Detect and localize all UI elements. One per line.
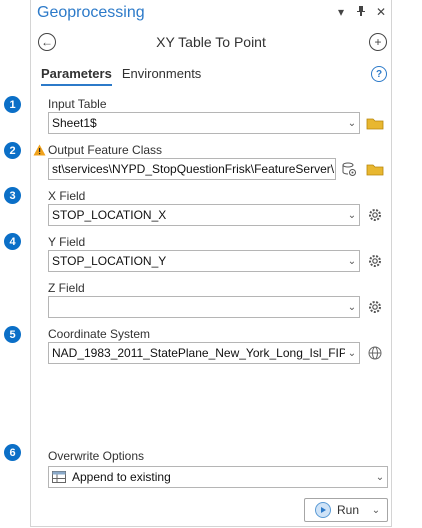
append-table-icon	[52, 471, 66, 483]
chevron-down-icon[interactable]: ⌄	[345, 256, 359, 267]
y-field-label: Y Field	[48, 235, 86, 249]
x-field-dropdown[interactable]: STOP_LOCATION_X ⌄	[48, 204, 360, 226]
overwrite-options-label: Overwrite Options	[48, 449, 145, 463]
z-field-dropdown[interactable]: ⌄	[48, 296, 360, 318]
input-table-label: Input Table	[48, 97, 107, 111]
step-badge-4: 4	[4, 233, 21, 250]
chevron-down-icon[interactable]: ⌄	[345, 348, 359, 359]
gear-icon[interactable]	[366, 298, 384, 316]
x-field-value: STOP_LOCATION_X	[52, 208, 167, 222]
output-feature-class-label: Output Feature Class	[48, 143, 163, 157]
output-feature-class-value: st\services\NYPD_StopQuestionFrisk\Featu…	[52, 162, 335, 176]
step-badge-6: 6	[4, 444, 21, 461]
tool-header: ← XY Table To Point +	[31, 30, 391, 56]
chevron-down-icon[interactable]: ⌄	[345, 118, 359, 129]
overwrite-options-dropdown[interactable]: Append to existing ⌄	[48, 466, 388, 488]
pane-title: Geoprocessing	[37, 4, 145, 21]
step-badge-3: 3	[4, 187, 21, 204]
globe-icon[interactable]	[366, 344, 384, 362]
step-badge-5: 5	[4, 326, 21, 343]
tab-environments[interactable]: Environments	[122, 66, 201, 86]
chevron-down-icon[interactable]: ▾	[335, 5, 347, 20]
chevron-down-icon[interactable]: ⌄	[345, 302, 359, 313]
folder-icon[interactable]	[366, 160, 384, 178]
close-icon[interactable]: ✕	[375, 5, 387, 20]
tool-title: XY Table To Point	[156, 34, 266, 50]
folder-icon[interactable]	[366, 114, 384, 132]
run-icon	[315, 502, 331, 518]
overwrite-options-value: Append to existing	[72, 470, 171, 484]
y-field-value: STOP_LOCATION_Y	[52, 254, 167, 268]
gear-icon[interactable]	[366, 252, 384, 270]
run-button[interactable]: Run ⌄	[304, 498, 388, 522]
gear-icon[interactable]	[366, 206, 384, 224]
database-settings-icon[interactable]	[340, 160, 358, 178]
input-table-dropdown[interactable]: Sheet1$ ⌄	[48, 112, 360, 134]
tab-bar: Parameters Environments	[41, 66, 201, 86]
tab-parameters[interactable]: Parameters	[41, 66, 112, 86]
help-icon[interactable]: ?	[371, 66, 387, 82]
coordinate-system-value: NAD_1983_2011_StatePlane_New_York_Long_I…	[52, 346, 345, 360]
chevron-down-icon[interactable]: ⌄	[373, 472, 387, 483]
chevron-down-icon[interactable]: ⌄	[345, 210, 359, 221]
output-feature-class-input[interactable]: st\services\NYPD_StopQuestionFrisk\Featu…	[48, 158, 336, 180]
step-badge-1: 1	[4, 96, 21, 113]
pane-titlebar: Geoprocessing ▾ ✕	[31, 0, 391, 28]
coordinate-system-dropdown[interactable]: NAD_1983_2011_StatePlane_New_York_Long_I…	[48, 342, 360, 364]
chevron-down-icon[interactable]: ⌄	[369, 505, 383, 516]
step-badge-2: 2	[4, 142, 21, 159]
z-field-label: Z Field	[48, 281, 85, 295]
warning-icon	[33, 144, 46, 159]
pin-icon[interactable]	[355, 5, 367, 20]
y-field-dropdown[interactable]: STOP_LOCATION_Y ⌄	[48, 250, 360, 272]
x-field-label: X Field	[48, 189, 86, 203]
input-table-value: Sheet1$	[52, 116, 97, 130]
plus-icon[interactable]: +	[369, 33, 387, 51]
coordinate-system-label: Coordinate System	[48, 327, 151, 341]
run-label: Run	[337, 503, 360, 517]
